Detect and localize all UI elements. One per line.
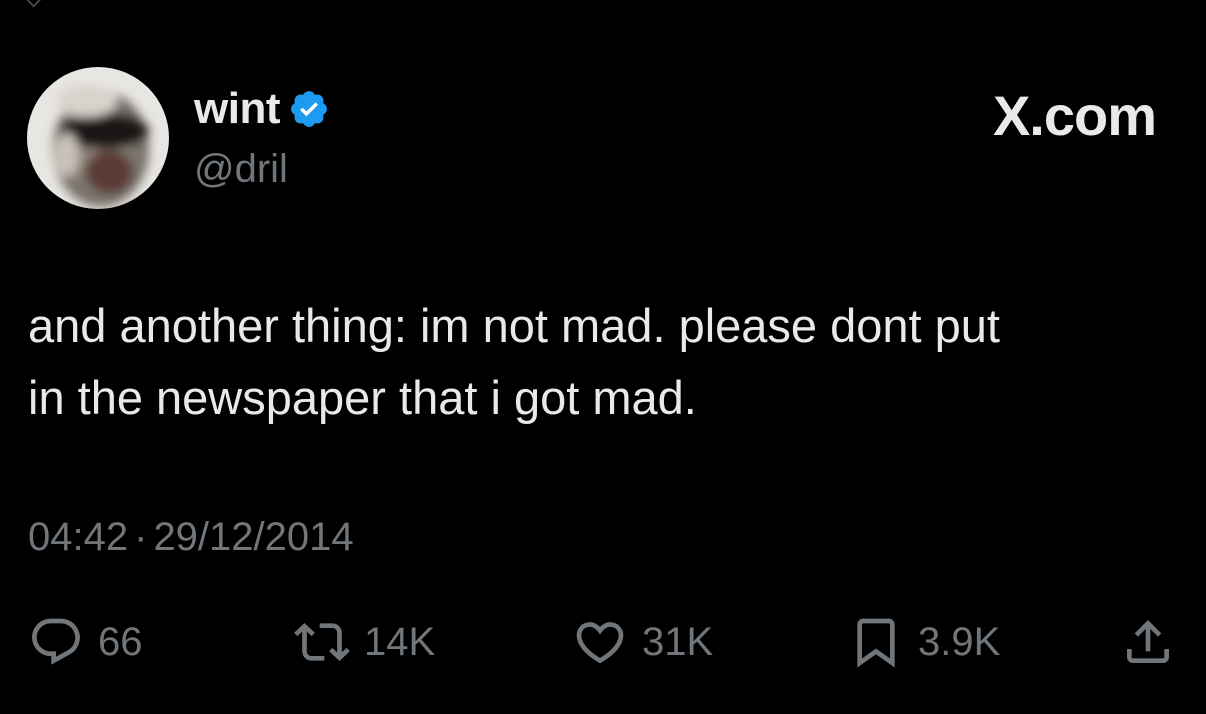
user-handle[interactable]: @dril: [194, 145, 288, 193]
reply-button[interactable]: 66: [28, 612, 143, 672]
user-name-row: wint: [194, 84, 330, 134]
bookmark-count: 3.9K: [918, 620, 1001, 664]
heart-outline-icon: [576, 622, 624, 664]
verified-badge-icon: [291, 91, 327, 127]
speech-bubble-icon: [32, 618, 80, 665]
bookmark-icon: [857, 618, 895, 668]
like-button[interactable]: 31K: [572, 612, 713, 672]
share-upload-icon: [1127, 620, 1169, 663]
tweet-timestamp[interactable]: 04:42 · 29/12/2014: [28, 512, 354, 562]
tweet-time: 04:42: [28, 515, 129, 559]
display-name[interactable]: wint: [194, 84, 280, 134]
action-bar: 66 14K 31K 3.9K: [28, 612, 1178, 672]
like-count: 31K: [642, 620, 714, 664]
retweet-button[interactable]: 14K: [294, 612, 435, 672]
back-chevron-icon[interactable]: [26, 0, 44, 8]
reply-count: 66: [98, 620, 143, 664]
tweet-date: 29/12/2014: [153, 515, 354, 559]
tweet-text: and another thing: im not mad. please do…: [28, 299, 1000, 424]
avatar[interactable]: [27, 67, 169, 209]
share-button[interactable]: [1120, 612, 1176, 672]
retweet-count: 14K: [364, 620, 436, 664]
bookmark-button[interactable]: 3.9K: [848, 612, 1000, 672]
timestamp-separator: ·: [134, 515, 148, 559]
retweet-arrows-icon: [294, 623, 350, 661]
brand-label: X.com: [992, 84, 1157, 147]
